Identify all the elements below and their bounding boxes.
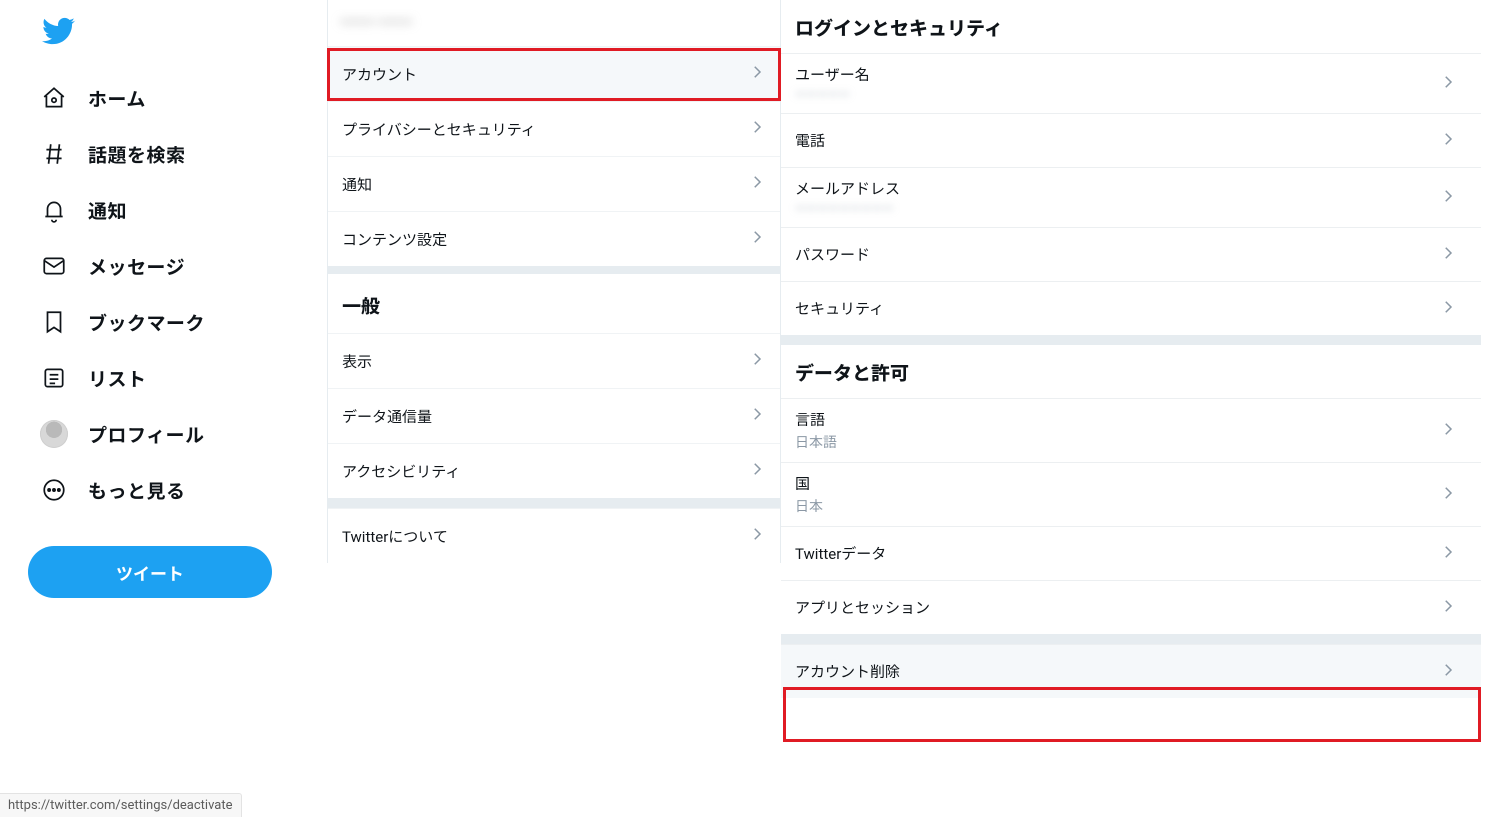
settings-item-display[interactable]: 表示: [328, 333, 780, 388]
divider: [781, 634, 1481, 644]
detail-label: Twitterデータ: [795, 543, 1467, 564]
section-data-perm: データと許可: [781, 345, 1481, 398]
chevron-right-icon: [748, 350, 766, 372]
chevron-right-icon: [1439, 244, 1457, 266]
browser-status-url: https://twitter.com/settings/deactivate: [0, 793, 242, 817]
settings-item-about[interactable]: Twitterについて: [328, 508, 780, 563]
account-detail-column: ログインとセキュリティ ユーザー名 ————— 電話 メールアドレス —————…: [781, 0, 1481, 698]
settings-section-general: 一般: [328, 266, 780, 333]
settings-item-label: アクセシビリティ: [342, 461, 460, 482]
settings-item-label: 通知: [342, 174, 372, 195]
settings-column: ——— ——— アカウント プライバシーとセキュリティ 通知 コンテンツ設定 一…: [327, 0, 781, 563]
tweet-button-label: ツイート: [116, 560, 184, 585]
nav-label: リスト: [88, 365, 147, 392]
detail-item-country[interactable]: 国 日本: [781, 462, 1481, 526]
detail-label: ユーザー名: [795, 64, 1467, 85]
settings-item-notifications[interactable]: 通知: [328, 156, 780, 211]
detail-value-blurred: —————: [795, 87, 1467, 103]
nav-label: ブックマーク: [88, 309, 205, 336]
detail-value: 日本語: [795, 432, 1467, 452]
detail-value: 日本: [795, 496, 1467, 516]
detail-label: アカウント削除: [795, 661, 1467, 682]
nav-label: メッセージ: [88, 253, 185, 280]
chevron-right-icon: [1439, 298, 1457, 320]
detail-item-phone[interactable]: 電話: [781, 113, 1481, 167]
settings-header: ——— ———: [328, 0, 780, 46]
nav-explore[interactable]: 話題を検索: [30, 126, 290, 182]
avatar-icon: [40, 420, 68, 448]
chevron-right-icon: [748, 405, 766, 427]
envelope-icon: [40, 252, 68, 280]
settings-item-label: Twitterについて: [342, 526, 448, 547]
detail-label: メールアドレス: [795, 178, 1467, 199]
settings-item-privacy[interactable]: プライバシーとセキュリティ: [328, 101, 780, 156]
chevron-right-icon: [748, 525, 766, 547]
divider: [328, 498, 780, 508]
list-icon: [40, 364, 68, 392]
nav-label: 通知: [88, 197, 127, 224]
chevron-right-icon: [1439, 597, 1457, 619]
detail-label: 電話: [795, 130, 1467, 151]
settings-item-label: コンテンツ設定: [342, 229, 447, 250]
home-icon: [40, 84, 68, 112]
chevron-right-icon: [1439, 73, 1457, 95]
nav-messages[interactable]: メッセージ: [30, 238, 290, 294]
nav-profile[interactable]: プロフィール: [30, 406, 290, 462]
tweet-button[interactable]: ツイート: [28, 546, 272, 598]
detail-label: アプリとセッション: [795, 597, 1467, 618]
chevron-right-icon: [1439, 187, 1457, 209]
nav-notifications[interactable]: 通知: [30, 182, 290, 238]
section-login-security: ログインとセキュリティ: [781, 0, 1481, 53]
bookmark-icon: [40, 308, 68, 336]
detail-item-language[interactable]: 言語 日本語: [781, 398, 1481, 462]
settings-item-label: 表示: [342, 351, 372, 372]
detail-item-email[interactable]: メールアドレス —————————: [781, 167, 1481, 227]
detail-label: 言語: [795, 409, 1467, 430]
nav-lists[interactable]: リスト: [30, 350, 290, 406]
settings-item-content[interactable]: コンテンツ設定: [328, 211, 780, 266]
nav-home[interactable]: ホーム: [30, 70, 290, 126]
settings-item-label: アカウント: [342, 64, 417, 85]
divider: [781, 335, 1481, 345]
bell-icon: [40, 196, 68, 224]
detail-item-twitter-data[interactable]: Twitterデータ: [781, 526, 1481, 580]
settings-item-data[interactable]: データ通信量: [328, 388, 780, 443]
detail-item-security[interactable]: セキュリティ: [781, 281, 1481, 335]
nav-label: 話題を検索: [88, 141, 186, 168]
chevron-right-icon: [748, 63, 766, 85]
sidebar-nav: ホーム 話題を検索 通知 メッセージ ブックマーク リスト プロ: [30, 14, 290, 598]
nav-bookmarks[interactable]: ブックマーク: [30, 294, 290, 350]
chevron-right-icon: [748, 460, 766, 482]
chevron-right-icon: [748, 173, 766, 195]
chevron-right-icon: [748, 118, 766, 140]
detail-value-blurred: —————————: [795, 201, 1467, 217]
settings-item-label: プライバシーとセキュリティ: [342, 119, 536, 140]
chevron-right-icon: [748, 228, 766, 250]
detail-label: セキュリティ: [795, 298, 1467, 319]
twitter-logo-icon[interactable]: [42, 14, 76, 48]
detail-item-password[interactable]: パスワード: [781, 227, 1481, 281]
settings-item-label: データ通信量: [342, 406, 432, 427]
hash-icon: [40, 140, 68, 168]
chevron-right-icon: [1439, 420, 1457, 442]
detail-item-deactivate[interactable]: アカウント削除: [781, 644, 1481, 698]
chevron-right-icon: [1439, 661, 1457, 683]
more-icon: [40, 476, 68, 504]
detail-item-apps-sessions[interactable]: アプリとセッション: [781, 580, 1481, 634]
detail-label: 国: [795, 473, 1467, 494]
nav-label: もっと見る: [88, 477, 186, 504]
detail-item-username[interactable]: ユーザー名 —————: [781, 53, 1481, 113]
nav-label: プロフィール: [88, 421, 205, 448]
settings-item-accessibility[interactable]: アクセシビリティ: [328, 443, 780, 498]
chevron-right-icon: [1439, 130, 1457, 152]
nav-more[interactable]: もっと見る: [30, 462, 290, 518]
settings-item-account[interactable]: アカウント: [328, 46, 780, 101]
chevron-right-icon: [1439, 484, 1457, 506]
nav-label: ホーム: [88, 85, 146, 112]
chevron-right-icon: [1439, 543, 1457, 565]
account-name-blurred: ——— ———: [340, 13, 412, 31]
detail-label: パスワード: [795, 244, 1467, 265]
